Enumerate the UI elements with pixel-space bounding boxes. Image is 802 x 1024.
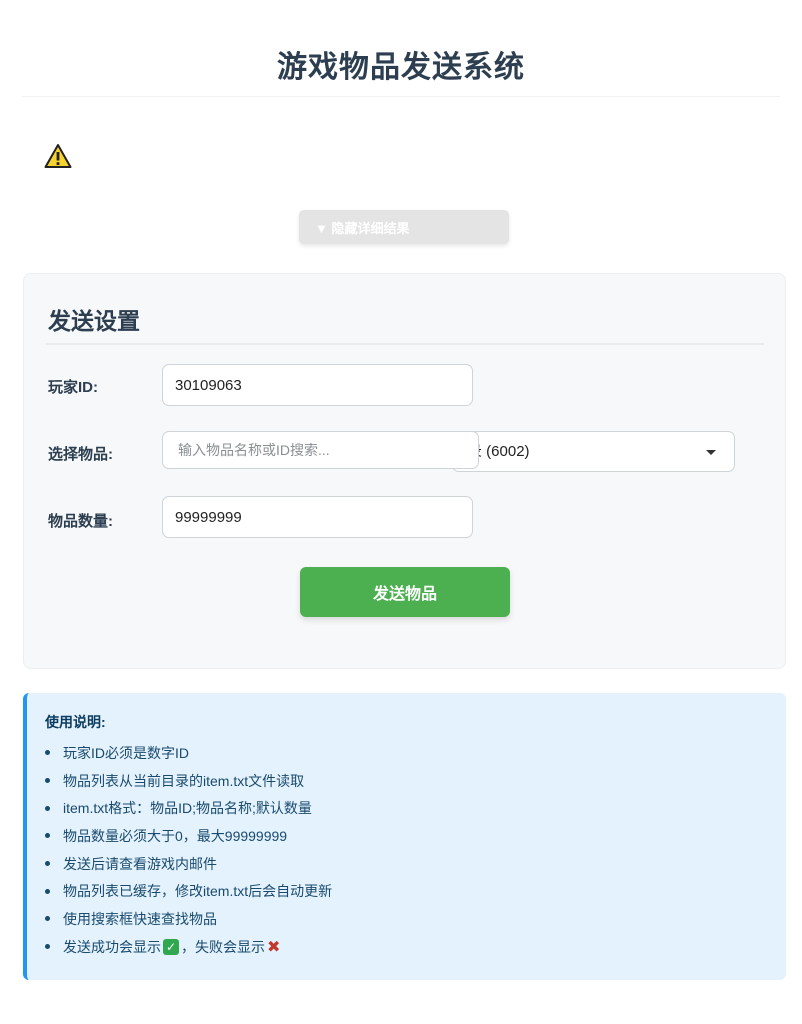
bullet [45,833,50,839]
bullet [45,778,50,784]
usage-item-text: 使用搜索框快速查找物品 [63,910,217,927]
chevron-down-icon [706,450,716,455]
bullet [45,944,50,950]
toggle-details-button[interactable]: ▼ 隐藏详细结果 [299,210,509,244]
bullet [45,861,50,867]
bullet [45,750,50,756]
usage-item: 发送后请查看游戏内邮件 [45,850,332,878]
quantity-label: 物品数量: [48,513,113,530]
item-select[interactable]: 录 (6002) [452,431,735,472]
check-mark-icon: ✓ [163,938,179,955]
usage-title: 使用说明: [45,714,106,730]
usage-item-text: ，失败会显示 [181,938,265,955]
bullet [45,916,50,922]
usage-item: 物品数量必须大于0，最大99999999 [45,822,332,850]
usage-item-text: 物品列表已缓存，修改item.txt后会自动更新 [63,883,333,900]
select-item-label: 选择物品: [48,446,113,463]
page-title: 游戏物品发送系统 [277,51,525,84]
usage-item: item.txt格式：物品ID;物品名称;默认数量 [45,794,332,822]
quantity-input[interactable] [162,496,473,538]
warning-icon [44,144,72,168]
bullet [45,805,50,811]
usage-item-text: 发送成功会显示 [63,938,161,955]
usage-item-text: 玩家ID必须是数字ID [63,744,189,761]
usage-item: 玩家ID必须是数字ID [45,739,332,767]
usage-item: 物品列表从当前目录的item.txt文件读取 [45,767,332,795]
usage-instructions: 使用说明: 玩家ID必须是数字ID 物品列表从当前目录的item.txt文件读取… [23,693,786,980]
usage-item: 发送成功会显示 ✓ ，失败会显示 ✖ [45,933,332,961]
settings-divider [46,343,764,345]
title-divider [22,96,780,97]
player-id-label: 玩家ID: [48,379,98,396]
cross-mark-icon: ✖ [267,938,281,956]
player-id-input[interactable] [162,364,473,406]
send-item-button[interactable]: 发送物品 [300,567,510,617]
send-settings-card: 发送设置 玩家ID: 选择物品: 录 (6002) 物品数量: 发送物品 [23,273,786,669]
settings-title: 发送设置 [48,308,140,334]
usage-item: 物品列表已缓存，修改item.txt后会自动更新 [45,877,332,905]
usage-item-text: item.txt格式：物品ID;物品名称;默认数量 [63,800,312,817]
usage-item: 使用搜索框快速查找物品 [45,905,332,933]
bullet [45,888,50,894]
item-search-input[interactable] [162,431,479,469]
usage-list: 玩家ID必须是数字ID 物品列表从当前目录的item.txt文件读取 item.… [45,739,332,961]
usage-item-text: 发送后请查看游戏内邮件 [63,855,217,872]
usage-item-text: 物品列表从当前目录的item.txt文件读取 [63,772,305,789]
usage-item-text: 物品数量必须大于0，最大99999999 [63,827,288,844]
